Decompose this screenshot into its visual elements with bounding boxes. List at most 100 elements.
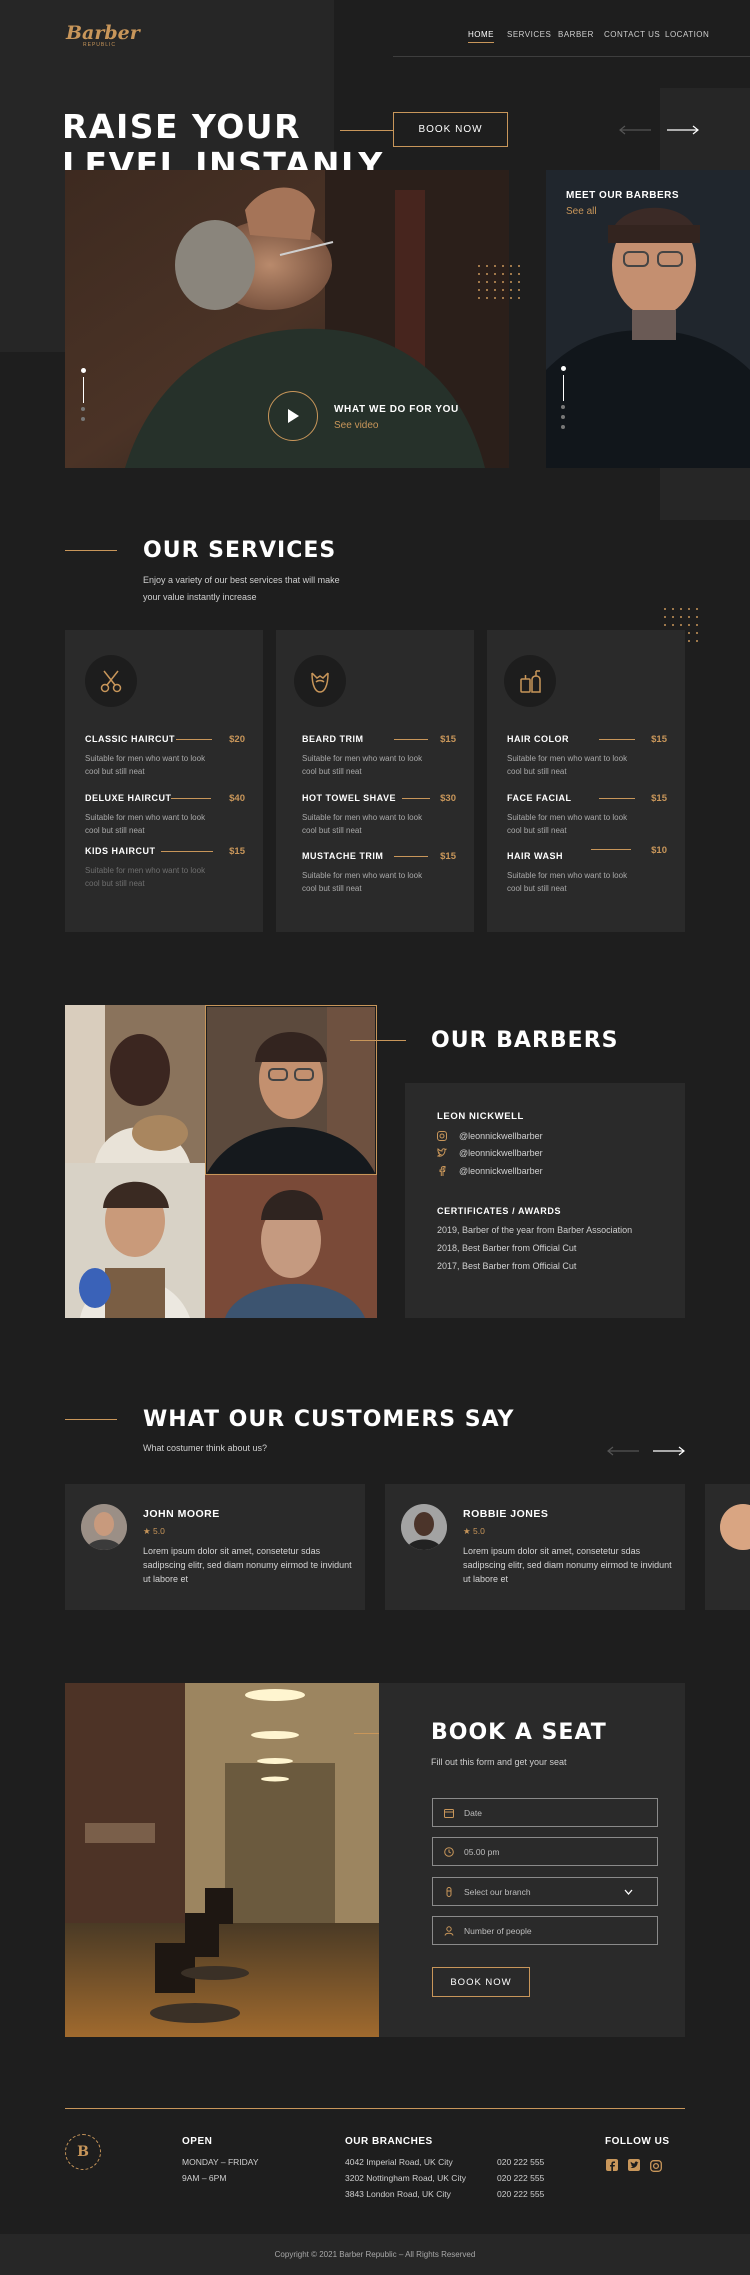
twitter-icon [437, 1148, 447, 1157]
service-desc: Suitable for men who want to look cool b… [302, 813, 423, 835]
scissors-icon [85, 655, 137, 707]
hero-prev-arrow-icon[interactable] [618, 122, 652, 140]
service-price: $15 [651, 793, 667, 804]
service-name: HAIR COLOR [507, 734, 569, 744]
service-name: DELUXE HAIRCUT [85, 793, 172, 803]
service-desc: Suitable for men who want to look cool b… [507, 813, 628, 835]
rating: ★ 5.0 [143, 1526, 165, 1536]
service-leader-line [591, 849, 631, 850]
services-subtitle: Enjoy a variety of our best services tha… [143, 572, 340, 606]
footer-instagram-icon[interactable] [650, 2159, 662, 2177]
service-item[interactable]: CLASSIC HAIRCUT $20 Suitable for men who… [85, 734, 245, 778]
service-item[interactable]: KIDS HAIRCUT $15 Suitable for men who wa… [85, 846, 245, 890]
footer-facebook-icon[interactable] [606, 2159, 618, 2171]
clock-icon [444, 1846, 454, 1857]
services-title-line [65, 550, 117, 551]
service-name: CLASSIC HAIRCUT [85, 734, 175, 744]
time-field[interactable]: 05.00 pm [432, 1837, 658, 1866]
service-leader-line [402, 798, 430, 799]
footer-open-hours: MONDAY – FRIDAY 9AM – 6PM [182, 2155, 259, 2186]
footer-logo[interactable]: B [65, 2134, 101, 2170]
service-leader-line [599, 739, 635, 740]
barber-photo[interactable] [207, 1007, 375, 1173]
barbers-title: OUR BARBERS [431, 1028, 619, 1053]
barber-photo[interactable] [65, 1163, 205, 1318]
avatar [81, 1504, 127, 1550]
branch-phone[interactable]: 020 222 555 [497, 2171, 544, 2187]
see-all-link[interactable]: See all [566, 206, 597, 217]
hero-next-arrow-icon[interactable] [666, 122, 700, 140]
barber-info-card: LEON NICKWELL @leonnickwellbarber @leonn… [405, 1083, 685, 1318]
date-field[interactable]: Date [432, 1798, 658, 1827]
hair-products-icon [504, 655, 556, 707]
service-item[interactable]: HAIR WASH $10 Suitable for men who want … [507, 845, 667, 895]
social-twitter[interactable]: @leonnickwellbarber [437, 1148, 543, 1158]
open-hours: 9AM – 6PM [182, 2172, 227, 2183]
service-leader-line [599, 798, 635, 799]
service-item[interactable]: HAIR COLOR $15 Suitable for men who want… [507, 734, 667, 778]
service-name: HOT TOWEL SHAVE [302, 793, 397, 803]
nav-location[interactable]: LOCATION [665, 30, 709, 39]
testimonials-prev-arrow-icon[interactable] [606, 1443, 640, 1461]
date-placeholder: Date [464, 1807, 482, 1818]
booking-subtitle: Fill out this form and get your seat [431, 1757, 567, 1767]
service-item[interactable]: FACE FACIAL $15 Suitable for men who wan… [507, 793, 667, 837]
service-item[interactable]: DELUXE HAIRCUT $40 Suitable for men who … [85, 793, 245, 837]
review-text: Lorem ipsum dolor sit amet, consetetur s… [463, 1546, 672, 1584]
barber-photo[interactable] [205, 1175, 377, 1318]
service-item[interactable]: MUSTACHE TRIM $15 Suitable for men who w… [302, 851, 456, 895]
booking-submit-button[interactable]: BOOK NOW [432, 1967, 530, 1997]
social-handle: @leonnickwellbarber [459, 1166, 543, 1176]
service-price: $15 [651, 734, 667, 745]
social-handle: @leonnickwellbarber [459, 1131, 543, 1141]
reviewer-name: ROBBIE JONES [463, 1508, 549, 1520]
branch-address: 4042 Imperial Road, UK City [345, 2157, 453, 2167]
hero-book-line [340, 130, 394, 131]
nav-home[interactable]: HOME [468, 30, 494, 43]
play-icon [288, 409, 299, 423]
barber-photo[interactable] [65, 1005, 205, 1163]
service-card-beard: BEARD TRIM $15 Suitable for men who want… [276, 630, 474, 932]
chevron-down-icon [624, 1889, 633, 1895]
service-item[interactable]: HOT TOWEL SHAVE $30 Suitable for men who… [302, 793, 456, 837]
service-desc: Suitable for men who want to look cool b… [302, 754, 423, 776]
beard-icon [294, 655, 346, 707]
nav-services[interactable]: SERVICES [507, 30, 551, 39]
nav-barber[interactable]: BARBER [558, 30, 594, 39]
service-desc: Suitable for men who want to look cool b… [85, 866, 206, 888]
see-video-link[interactable]: See video [334, 420, 378, 431]
side-slide-indicator[interactable] [561, 366, 567, 438]
logo[interactable]: Barber REPUBLIC [66, 22, 140, 52]
barber-name: LEON NICKWELL [437, 1111, 524, 1122]
branch-phone[interactable]: 020 222 555 [497, 2155, 544, 2171]
service-desc: Suitable for men who want to look cool b… [507, 754, 628, 776]
service-item[interactable]: BEARD TRIM $15 Suitable for men who want… [302, 734, 456, 778]
social-facebook[interactable]: @leonnickwellbarber [437, 1166, 543, 1176]
footer-twitter-icon[interactable] [628, 2159, 640, 2171]
time-value: 05.00 pm [464, 1846, 500, 1857]
award-item: 2018, Best Barber from Official Cut [437, 1243, 577, 1253]
testimonials-title: WHAT OUR CUSTOMERS SAY [143, 1407, 515, 1432]
barbers-gallery [65, 1005, 377, 1318]
branch-phone[interactable]: 020 222 555 [497, 2187, 544, 2203]
hero-book-button[interactable]: BOOK NOW [393, 112, 508, 147]
nav-contact-us[interactable]: CONTACT US [604, 30, 660, 39]
service-name: MUSTACHE TRIM [302, 851, 384, 861]
branch-address: 3843 London Road, UK City [345, 2189, 451, 2199]
service-name: BEARD TRIM [302, 734, 364, 744]
play-video-button[interactable] [268, 391, 318, 441]
people-field[interactable]: Number of people [432, 1916, 658, 1945]
social-instagram[interactable]: @leonnickwellbarber [437, 1131, 543, 1141]
testimonials-next-arrow-icon[interactable] [652, 1443, 686, 1461]
booking-image [65, 1683, 379, 2037]
awards-title: CERTIFICATES / AWARDS [437, 1206, 562, 1216]
branch-select[interactable]: Select our branch [432, 1877, 658, 1906]
service-card-haircuts: CLASSIC HAIRCUT $20 Suitable for men who… [65, 630, 263, 932]
service-price: $15 [440, 851, 456, 862]
branch-icon [446, 1886, 452, 1897]
footer-logo-mark: B [77, 2144, 89, 2160]
rating: ★ 5.0 [463, 1526, 485, 1536]
hero-slide-indicator[interactable] [81, 368, 87, 432]
open-days: MONDAY – FRIDAY [182, 2157, 259, 2167]
service-price: $40 [229, 793, 245, 804]
